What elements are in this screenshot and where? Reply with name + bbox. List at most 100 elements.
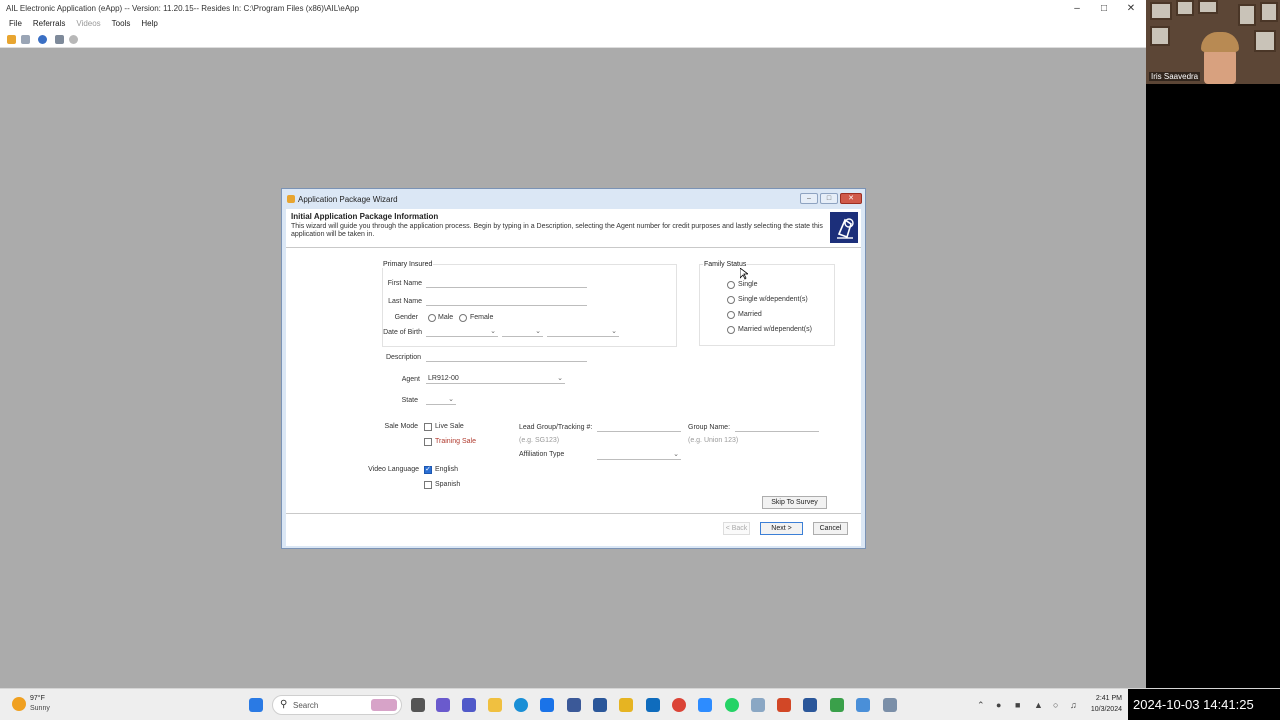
back-button[interactable]: < Back bbox=[723, 522, 750, 535]
training-sale-checkbox[interactable] bbox=[424, 438, 432, 446]
english-checkbox[interactable]: ✓ bbox=[424, 466, 432, 474]
open-folder-icon[interactable] bbox=[7, 35, 16, 44]
minimize-icon[interactable]: – bbox=[1064, 0, 1090, 16]
agent-select[interactable]: LR912-00 ⌄ bbox=[426, 374, 565, 384]
windows-start-icon[interactable] bbox=[249, 698, 263, 712]
video-call-pane: Iris Saavedra bbox=[1146, 0, 1280, 688]
dialog-minimize-button[interactable]: – bbox=[800, 193, 818, 204]
clock-date[interactable]: 10/3/2024 bbox=[1082, 706, 1122, 713]
sticky-notes-icon[interactable] bbox=[619, 698, 633, 712]
video-language-label: Video Language bbox=[368, 466, 419, 473]
primary-insured-label: Primary Insured bbox=[382, 261, 434, 268]
female-radio[interactable] bbox=[459, 314, 467, 322]
menu-tools[interactable]: Tools bbox=[112, 19, 131, 28]
copilot-icon[interactable] bbox=[436, 698, 450, 712]
dob-year-select[interactable]: ⌄ bbox=[547, 327, 619, 337]
tray-icon-2[interactable]: ■ bbox=[1015, 700, 1020, 710]
task-view-icon[interactable] bbox=[411, 698, 425, 712]
dob-label: Date of Birth bbox=[383, 329, 422, 336]
search-icon: ⚲ bbox=[280, 699, 288, 710]
refresh-icon[interactable] bbox=[21, 35, 30, 44]
calculator-icon[interactable] bbox=[567, 698, 581, 712]
description-field[interactable] bbox=[426, 352, 587, 362]
single-dependents-radio[interactable] bbox=[727, 296, 735, 304]
tray-icon-1[interactable]: ● bbox=[996, 700, 1001, 710]
taskbar-search[interactable]: ⚲ Search bbox=[272, 695, 402, 715]
chevron-up-icon[interactable]: ⌃ bbox=[977, 700, 985, 711]
single-label: Single bbox=[738, 281, 758, 288]
family-status-group bbox=[699, 264, 835, 346]
footer-divider bbox=[286, 513, 861, 514]
dob-month-select[interactable]: ⌄ bbox=[426, 327, 498, 337]
dialog-title: Application Package Wizard bbox=[298, 194, 398, 204]
married-radio[interactable] bbox=[727, 311, 735, 319]
pinned-app-3-icon[interactable] bbox=[883, 698, 897, 712]
weather-icon[interactable] bbox=[12, 697, 26, 711]
live-sale-checkbox[interactable] bbox=[424, 423, 432, 431]
pinned-app-icon[interactable] bbox=[830, 698, 844, 712]
male-radio[interactable] bbox=[428, 314, 436, 322]
eapp-taskbar-icon[interactable] bbox=[751, 698, 765, 712]
married-dependents-radio[interactable] bbox=[727, 326, 735, 334]
dialog-titlebar: Application Package Wizard – □ ✕ bbox=[282, 189, 865, 209]
app-titlebar: AIL Electronic Application (eApp) -- Ver… bbox=[0, 0, 1146, 16]
single-radio[interactable] bbox=[727, 281, 735, 289]
bolt-app-icon[interactable] bbox=[540, 698, 554, 712]
edge-icon[interactable] bbox=[514, 698, 528, 712]
dob-day-select[interactable]: ⌄ bbox=[502, 327, 543, 337]
clock-time[interactable]: 2:41 PM bbox=[1088, 695, 1122, 702]
toolbar bbox=[0, 31, 1146, 48]
group-name-field[interactable] bbox=[735, 422, 819, 432]
single-dependents-label: Single w/dependent(s) bbox=[738, 296, 808, 303]
teams-icon[interactable] bbox=[462, 698, 476, 712]
state-select[interactable]: ⌄ bbox=[426, 395, 456, 405]
recording-timestamp-overlay: 2024-10-03 14:41:25 bbox=[1128, 689, 1280, 720]
skip-to-survey-button[interactable]: Skip To Survey bbox=[762, 496, 827, 509]
next-button[interactable]: Next > bbox=[760, 522, 803, 535]
document-icon[interactable] bbox=[55, 35, 64, 44]
weather-desc: Sunny bbox=[30, 705, 50, 712]
cancel-button[interactable]: Cancel bbox=[813, 522, 848, 535]
dialog-close-button[interactable]: ✕ bbox=[840, 193, 862, 204]
chrome-icon[interactable] bbox=[672, 698, 686, 712]
powerpoint-icon[interactable] bbox=[777, 698, 791, 712]
menu-videos[interactable]: Videos bbox=[76, 19, 100, 28]
affiliation-type-label: Affiliation Type bbox=[519, 451, 565, 458]
volume-icon[interactable]: ♫ bbox=[1070, 700, 1077, 710]
menu-file[interactable]: File bbox=[9, 19, 22, 28]
webcam-feed: Iris Saavedra bbox=[1146, 0, 1280, 84]
maximize-icon[interactable]: □ bbox=[1091, 0, 1117, 16]
family-status-label: Family Status bbox=[703, 261, 748, 268]
snipping-icon[interactable] bbox=[593, 698, 607, 712]
tray-icon-4[interactable]: ○ bbox=[1053, 700, 1058, 710]
app-window: AIL Electronic Application (eApp) -- Ver… bbox=[0, 0, 1146, 688]
weather-temp: 97°F bbox=[30, 695, 45, 702]
tray-icon-3[interactable]: ▲ bbox=[1034, 700, 1043, 710]
group-name-label: Group Name: bbox=[688, 424, 731, 431]
zoom-icon[interactable] bbox=[698, 698, 712, 712]
lead-group-field[interactable] bbox=[597, 422, 681, 432]
affiliation-type-select[interactable]: ⌄ bbox=[597, 450, 681, 460]
first-name-field[interactable] bbox=[426, 278, 587, 288]
menu-help[interactable]: Help bbox=[141, 19, 157, 28]
english-label: English bbox=[435, 466, 458, 473]
outlook-icon[interactable] bbox=[646, 698, 660, 712]
dialog-maximize-button[interactable]: □ bbox=[820, 193, 838, 204]
settings-icon[interactable] bbox=[69, 35, 78, 44]
file-explorer-icon[interactable] bbox=[488, 698, 502, 712]
word-icon[interactable] bbox=[803, 698, 817, 712]
pinned-app-2-icon[interactable] bbox=[856, 698, 870, 712]
wizard-logo-icon bbox=[829, 211, 859, 244]
first-name-label: First Name bbox=[387, 280, 422, 287]
state-label: State bbox=[401, 397, 418, 404]
participant-name: Iris Saavedra bbox=[1149, 72, 1201, 81]
spanish-checkbox[interactable] bbox=[424, 481, 432, 489]
spanish-label: Spanish bbox=[435, 481, 461, 488]
application-package-wizard: Application Package Wizard – □ ✕ Initial… bbox=[281, 188, 866, 549]
help-icon[interactable] bbox=[38, 35, 47, 44]
married-label: Married bbox=[738, 311, 762, 318]
whatsapp-icon[interactable] bbox=[725, 698, 739, 712]
last-name-field[interactable] bbox=[426, 296, 587, 306]
menu-referrals[interactable]: Referrals bbox=[33, 19, 65, 28]
close-icon[interactable]: ✕ bbox=[1118, 0, 1144, 16]
